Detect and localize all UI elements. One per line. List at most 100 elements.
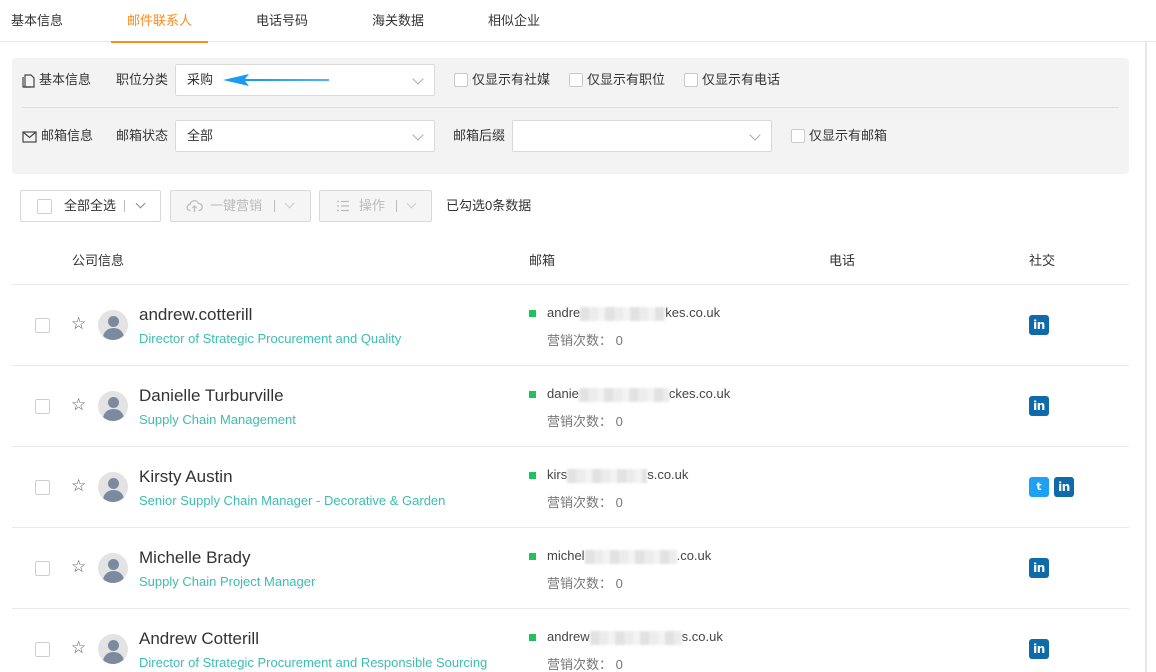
table-row[interactable]: ☆ Andrew Cotterill Director of Strategic… <box>12 609 1129 672</box>
contact-name[interactable]: Michelle Brady <box>139 548 251 568</box>
contact-email[interactable]: michel .co.uk <box>547 548 711 564</box>
cloud-upload-icon <box>186 200 203 212</box>
select-all-label: 全部全选 <box>64 198 117 213</box>
chevron-down-icon <box>412 129 424 141</box>
only-phone-checkbox[interactable] <box>684 73 698 87</box>
star-icon[interactable]: ☆ <box>71 558 86 576</box>
scrollbar[interactable] <box>1145 42 1147 672</box>
tab-bar: 基本信息 邮件联系人 电话号码 海关数据 相似企业 <box>0 0 1156 43</box>
marketing-count: 营销次数： 0 <box>547 495 623 510</box>
contact-title: Supply Chain Project Manager <box>139 574 316 589</box>
email-redacted <box>578 387 669 402</box>
email-redacted <box>580 306 666 321</box>
chevron-down-icon <box>749 129 761 141</box>
tab-customs-data[interactable]: 海关数据 <box>357 0 439 42</box>
marketing-count: 营销次数： 0 <box>547 414 623 429</box>
table-row[interactable]: ☆ Kirsty Austin Senior Supply Chain Mana… <box>12 447 1129 528</box>
avatar <box>98 553 128 583</box>
only-title-checkbox[interactable] <box>569 73 583 87</box>
row-checkbox[interactable] <box>35 399 50 414</box>
tab-email-contacts[interactable]: 邮件联系人 <box>111 0 208 43</box>
email-visible-start: andrew <box>547 629 590 644</box>
job-category-value: 采购 <box>187 72 214 87</box>
contact-name[interactable]: Danielle Turburville <box>139 386 284 406</box>
row-checkbox[interactable] <box>35 561 50 576</box>
table-row[interactable]: ☆ andrew.cotterill Director of Strategic… <box>12 285 1129 366</box>
contact-name[interactable]: Andrew Cotterill <box>139 629 259 649</box>
email-visible-end: .co.uk <box>676 548 712 563</box>
contact-title: Supply Chain Management <box>139 412 296 427</box>
only-email-checkbox[interactable] <box>791 129 805 143</box>
contact-name[interactable]: Kirsty Austin <box>139 467 233 487</box>
row-checkbox[interactable] <box>35 642 50 657</box>
contact-email[interactable]: kirs s.co.uk <box>547 467 688 483</box>
mail-suffix-select[interactable] <box>512 120 772 152</box>
linkedin-icon[interactable]: in <box>1029 639 1049 659</box>
star-icon[interactable]: ☆ <box>71 477 86 495</box>
only-phone-label[interactable]: 仅显示有电话 <box>702 64 780 96</box>
linkedin-icon[interactable]: in <box>1029 396 1049 416</box>
button-separator <box>124 200 125 212</box>
table-row[interactable]: ☆ Michelle Brady Supply Chain Project Ma… <box>12 528 1129 609</box>
tab-phone-numbers[interactable]: 电话号码 <box>240 0 324 42</box>
email-redacted <box>584 549 677 564</box>
contact-email[interactable]: danie ckes.co.uk <box>547 386 730 402</box>
job-category-label: 职位分类 <box>116 72 169 87</box>
contact-email[interactable]: andrew s.co.uk <box>547 629 723 645</box>
basic-info-label: 基本信息 <box>22 64 91 96</box>
only-email-label[interactable]: 仅显示有邮箱 <box>809 120 887 152</box>
row-checkbox[interactable] <box>35 318 50 333</box>
selected-count: 已勾选0条数据 <box>446 198 532 213</box>
actions-button[interactable]: 操作 <box>319 190 432 222</box>
actions-label: 操作 <box>359 198 386 213</box>
email-visible-end: s.co.uk <box>681 629 723 644</box>
row-checkbox[interactable] <box>35 480 50 495</box>
only-social-checkbox[interactable] <box>454 73 468 87</box>
mail-suffix-label: 邮箱后缀 <box>453 128 506 143</box>
contact-title: Senior Supply Chain Manager - Decorative… <box>139 493 446 508</box>
linkedin-icon[interactable]: in <box>1029 558 1049 578</box>
mail-icon <box>22 130 37 143</box>
email-status-dot <box>529 472 536 479</box>
email-redacted <box>589 630 682 645</box>
column-header-company: 公司信息 <box>72 253 125 268</box>
chevron-down-icon <box>135 198 146 209</box>
contact-email[interactable]: andre kes.co.uk <box>547 305 720 321</box>
avatar <box>98 472 128 502</box>
only-title-label[interactable]: 仅显示有职位 <box>587 64 665 96</box>
twitter-icon[interactable]: t <box>1029 477 1049 497</box>
column-header-email: 邮箱 <box>529 253 556 268</box>
star-icon[interactable]: ☆ <box>71 396 86 414</box>
chevron-down-icon <box>406 198 417 209</box>
document-icon <box>22 73 35 88</box>
mail-status-label: 邮箱状态 <box>116 128 169 143</box>
email-visible-start: danie <box>547 386 579 401</box>
email-status-dot <box>529 634 536 641</box>
email-status-dot <box>529 310 536 317</box>
marketing-count: 营销次数： 0 <box>547 333 623 348</box>
tab-basic-info[interactable]: 基本信息 <box>0 0 74 42</box>
contact-name[interactable]: andrew.cotterill <box>139 305 252 325</box>
filter-row-basic: 基本信息 职位分类 采购 仅显示有社媒 仅显示有职位 仅显示有电话 <box>12 64 1129 104</box>
linkedin-icon[interactable]: in <box>1029 315 1049 335</box>
only-social-label[interactable]: 仅显示有社媒 <box>472 64 550 96</box>
one-click-marketing-button[interactable]: 一键营销 <box>170 190 311 222</box>
star-icon[interactable]: ☆ <box>71 315 86 333</box>
avatar <box>98 634 128 664</box>
marketing-count: 营销次数： 0 <box>547 657 623 672</box>
mail-status-value: 全部 <box>187 128 214 143</box>
button-separator <box>396 200 397 212</box>
star-icon[interactable]: ☆ <box>71 639 86 657</box>
mail-status-select[interactable]: 全部 <box>175 120 435 152</box>
filter-row-mail: 邮箱信息 邮箱状态 全部 邮箱后缀 仅显示有邮箱 <box>12 120 1129 160</box>
email-visible-end: ckes.co.uk <box>668 386 731 401</box>
table-row[interactable]: ☆ Danielle Turburville Supply Chain Mana… <box>12 366 1129 447</box>
list-icon <box>337 200 349 212</box>
select-all-checkbox[interactable] <box>37 199 52 214</box>
select-all-button[interactable]: 全部全选 <box>20 190 161 222</box>
avatar <box>98 391 128 421</box>
linkedin-icon[interactable]: in <box>1054 477 1074 497</box>
email-visible-end: s.co.uk <box>647 467 689 482</box>
tab-similar-companies[interactable]: 相似企业 <box>473 0 555 42</box>
column-header-social: 社交 <box>1029 253 1056 268</box>
